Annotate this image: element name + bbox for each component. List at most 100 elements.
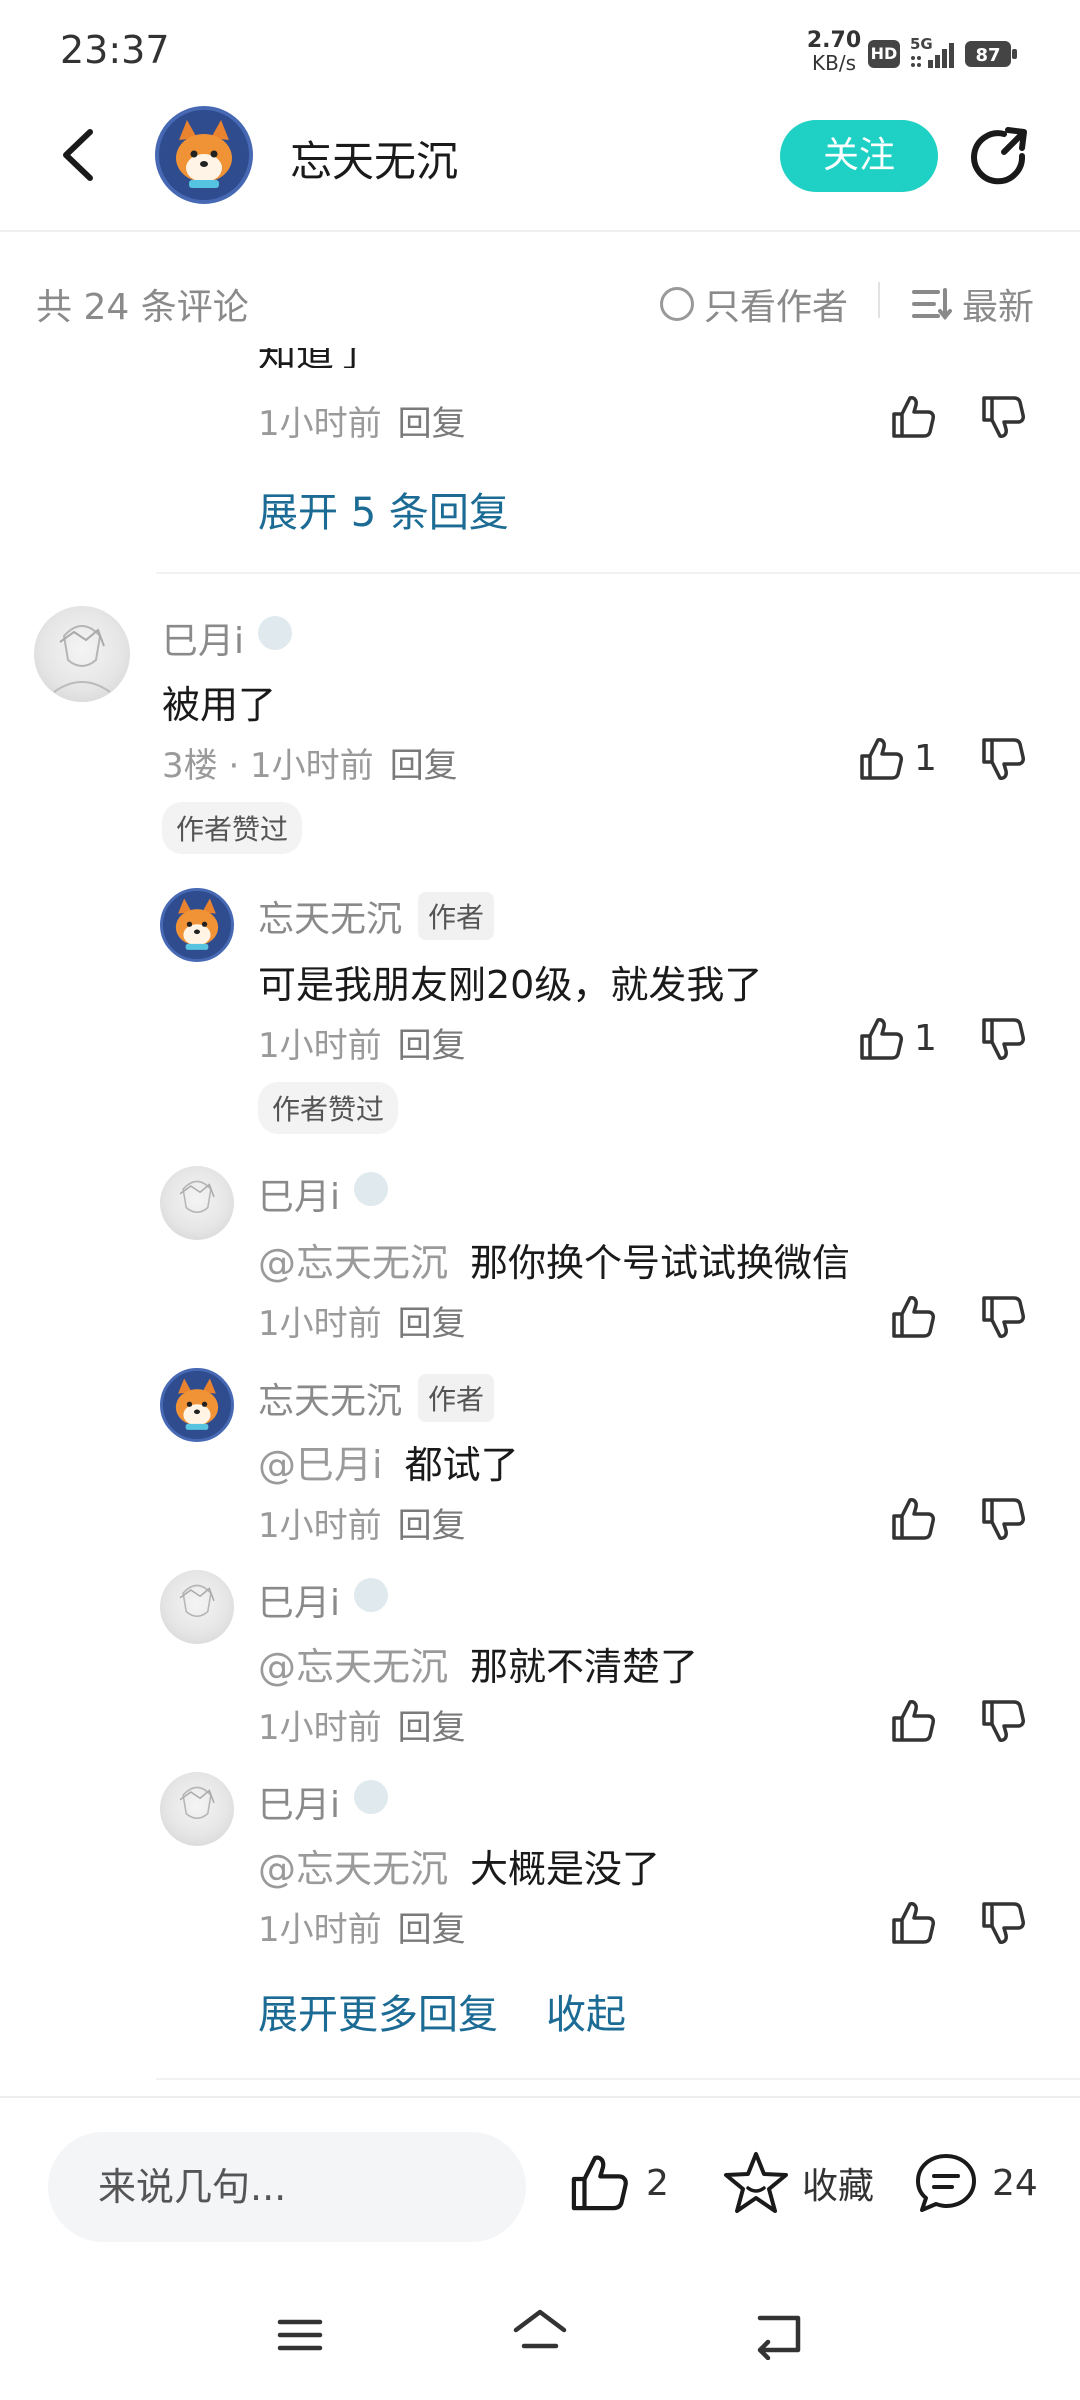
comment-count: 共 24 条评论 (36, 287, 249, 328)
dislike-icon[interactable] (978, 1014, 1028, 1064)
like-icon[interactable] (888, 1898, 938, 1948)
author-tag: 作者 (418, 892, 495, 940)
reply-meta: 1小时前 回复 (258, 1498, 466, 1547)
dislike-icon[interactable] (978, 1494, 1028, 1544)
network-label: 5G (910, 35, 933, 53)
comment-meta: 1小时前 回复 (258, 396, 466, 445)
reply-time: 1小时前 (258, 1910, 382, 1950)
reply-username[interactable]: 忘天无沉 (258, 1372, 402, 1424)
reply-body: 大概是没了 (470, 1847, 661, 1891)
comments-button[interactable]: 24 (912, 2150, 1038, 2216)
follow-button[interactable]: 关注 (780, 120, 938, 192)
comment-input[interactable]: 来说几句... (48, 2132, 526, 2242)
favorite-button[interactable]: 收藏 (722, 2150, 874, 2216)
status-time: 23:37 (60, 28, 170, 72)
reply-button[interactable]: 回复 (390, 746, 458, 786)
like-icon[interactable] (888, 1696, 938, 1746)
reply-button[interactable]: 回复 (398, 1708, 466, 1748)
reply-username[interactable]: 巳月i (258, 1168, 340, 1220)
header-divider (0, 230, 1080, 232)
dislike-icon[interactable] (978, 1696, 1028, 1746)
filter-separator (878, 282, 880, 318)
share-icon[interactable] (966, 122, 1036, 192)
reply-avatar[interactable] (160, 888, 234, 962)
like-icon (571, 2155, 628, 2211)
mention[interactable]: @巳月i (258, 1443, 383, 1487)
like-icon[interactable] (888, 1494, 938, 1544)
reply-avatar[interactable] (160, 1368, 234, 1442)
like-icon[interactable] (888, 392, 938, 442)
mention[interactable]: @忘天无沉 (258, 1645, 448, 1689)
comment-meta: 3楼 · 1小时前 回复 (162, 738, 458, 787)
sort-latest-button[interactable]: 最新 (912, 278, 1034, 330)
net-speed-value: 2.70 (806, 28, 862, 53)
sketch-avatar-icon (53, 625, 111, 693)
comment-floor-time: 3楼 · 1小时前 (162, 746, 374, 786)
reply-button[interactable]: 回复 (398, 1026, 466, 1066)
sort-label: 最新 (962, 287, 1035, 328)
author-avatar[interactable] (155, 106, 253, 204)
user-avatar[interactable] (34, 606, 130, 702)
reply-body: 都试了 (404, 1443, 519, 1487)
level-badge-icon (354, 1578, 388, 1612)
dislike-icon[interactable] (978, 734, 1028, 784)
reply-body: 那就不清楚了 (470, 1645, 699, 1689)
home-icon[interactable] (510, 2306, 570, 2356)
reply-button[interactable]: 回复 (398, 1304, 466, 1344)
comment-text: 被用了 (162, 683, 277, 727)
reply-text: @巳月i 都试了 (258, 1434, 519, 1489)
comment-username[interactable]: 巳月i (162, 612, 244, 664)
reply-meta: 1小时前 回复 (258, 1018, 466, 1067)
star-icon (724, 2152, 788, 2213)
only-author-toggle[interactable]: 只看作者 (660, 278, 848, 330)
reply-text: @忘天无沉 那就不清楚了 (258, 1636, 698, 1691)
reply-avatar[interactable] (160, 1166, 234, 1240)
back-icon[interactable] (50, 120, 110, 190)
reply-button[interactable]: 回复 (398, 404, 466, 444)
author-liked-badge: 作者赞过 (162, 802, 303, 854)
network-speed: 2.70 KB/s (806, 28, 862, 75)
reply-text: @忘天无沉 那你换个号试试换微信 (258, 1232, 850, 1287)
post-like-button[interactable]: 2 (566, 2150, 669, 2216)
like-count: 1 (914, 738, 937, 779)
battery-level: 87 (975, 45, 1000, 66)
hd-icon: HD (868, 40, 900, 68)
sort-icon (912, 288, 952, 321)
reply-button[interactable]: 回复 (398, 1910, 466, 1950)
author-name[interactable]: 忘天无沉 (290, 128, 458, 189)
expand-more-replies-link[interactable]: 展开更多回复 (258, 1982, 498, 2040)
reply-body: 那你换个号试试换微信 (470, 1241, 851, 1285)
collapse-link[interactable]: 收起 (546, 1982, 626, 2040)
reply-avatar[interactable] (160, 1772, 234, 1846)
mention[interactable]: @忘天无沉 (258, 1241, 448, 1285)
dislike-icon[interactable] (978, 1292, 1028, 1342)
reply-button[interactable]: 回复 (398, 1506, 466, 1546)
only-author-label: 只看作者 (704, 287, 849, 328)
reply-time: 1小时前 (258, 1708, 382, 1748)
back-nav-icon[interactable] (750, 2310, 810, 2360)
sketch-avatar-icon (179, 1786, 215, 1820)
comment-divider (156, 572, 1080, 574)
reply-text: @忘天无沉 大概是没了 (258, 1838, 660, 1893)
expand-replies-link[interactable]: 展开 5 条回复 (258, 480, 509, 538)
like-count: 1 (914, 1018, 937, 1059)
battery-icon: 87 (965, 41, 1017, 67)
like-icon[interactable] (856, 734, 906, 784)
like-icon[interactable] (888, 1292, 938, 1342)
dislike-icon[interactable] (978, 392, 1028, 442)
level-badge-icon (354, 1172, 388, 1206)
sketch-avatar-icon (179, 1584, 215, 1618)
reply-username[interactable]: 巳月i (258, 1776, 340, 1828)
mention[interactable]: @忘天无沉 (258, 1847, 448, 1891)
reply-time: 1小时前 (258, 1304, 382, 1344)
dislike-icon[interactable] (978, 1898, 1028, 1948)
reply-avatar[interactable] (160, 1570, 234, 1644)
radio-icon (660, 287, 694, 321)
bottom-bar-divider (0, 2096, 1080, 2098)
reply-meta: 1小时前 回复 (258, 1902, 466, 1951)
like-icon[interactable] (856, 1014, 906, 1064)
reply-username[interactable]: 巳月i (258, 1574, 340, 1626)
reply-username[interactable]: 忘天无沉 (258, 890, 402, 942)
menu-icon[interactable] (270, 2310, 330, 2360)
author-liked-badge: 作者赞过 (258, 1082, 399, 1134)
